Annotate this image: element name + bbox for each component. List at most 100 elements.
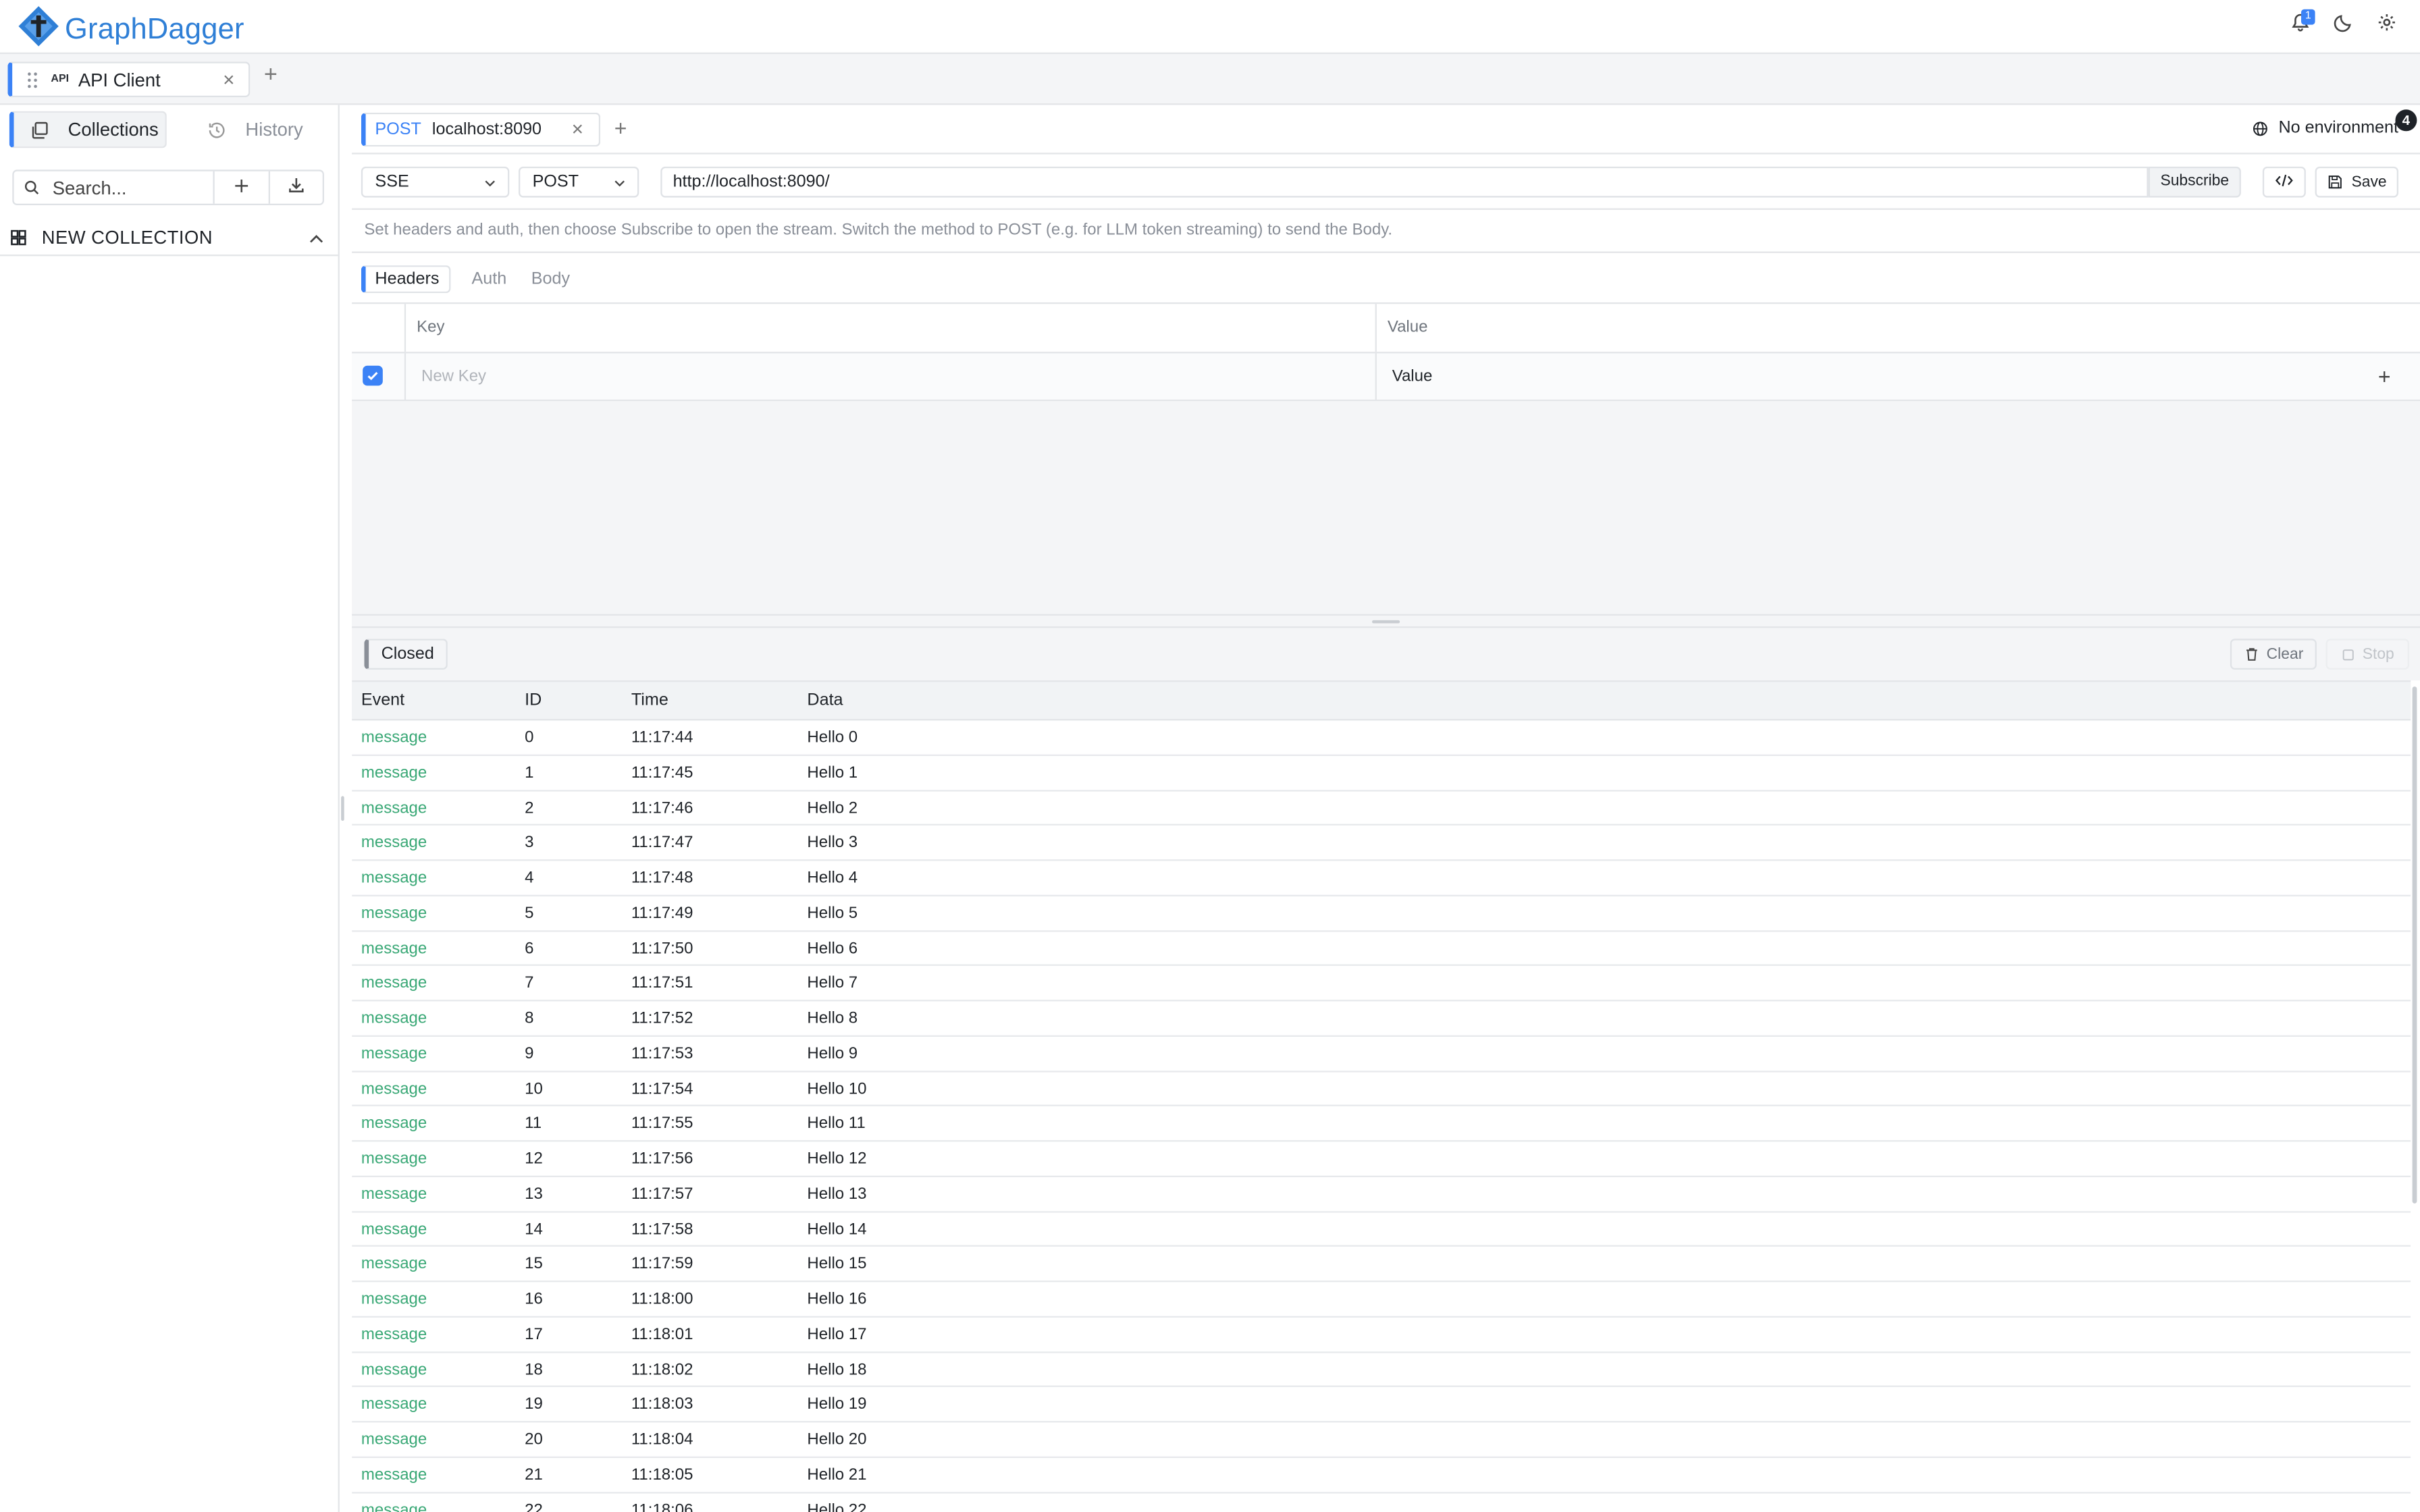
value-column-header: Value — [1387, 317, 1428, 337]
header-value-input[interactable]: Value — [1377, 353, 2420, 400]
search-box — [14, 171, 215, 204]
time-cell: 11:18:00 — [631, 1289, 693, 1309]
table-row[interactable]: message 3 11:17:47 Hello 3 — [352, 826, 2411, 861]
id-cell: 2 — [525, 798, 534, 817]
sidebar-resize-handle[interactable] — [341, 796, 344, 821]
globe-icon — [2253, 119, 2269, 136]
data-cell: Hello 11 — [807, 1114, 866, 1133]
table-row[interactable]: message 20 11:18:04 Hello 20 — [352, 1422, 2411, 1458]
add-request-tab-button[interactable]: + — [614, 115, 627, 140]
chevron-up-icon[interactable] — [307, 228, 325, 256]
table-row[interactable]: message 10 11:17:54 Hello 10 — [352, 1071, 2411, 1107]
add-app-tab-button[interactable]: + — [264, 61, 278, 88]
close-icon[interactable]: × — [223, 68, 234, 91]
id-cell: 5 — [525, 903, 534, 923]
table-row[interactable]: message 18 11:18:02 Hello 18 — [352, 1352, 2411, 1388]
id-cell: 1 — [525, 763, 534, 782]
data-cell: Hello 6 — [807, 938, 858, 958]
app-tab-api-client[interactable]: API API Client × — [7, 61, 251, 97]
table-row[interactable]: message 5 11:17:49 Hello 5 — [352, 896, 2411, 932]
table-row[interactable]: message 15 11:17:59 Hello 15 — [352, 1247, 2411, 1282]
id-cell: 15 — [525, 1254, 543, 1274]
header-enabled-cell — [352, 353, 406, 400]
theme-toggle-button[interactable] — [2330, 14, 2355, 39]
request-subtabs: Headers Auth Body — [361, 264, 595, 295]
history-icon — [207, 119, 227, 140]
time-cell: 11:17:56 — [631, 1149, 693, 1168]
splitter-grip-icon[interactable] — [1372, 620, 1400, 624]
request-tab-method: POST — [375, 120, 421, 139]
table-row[interactable]: message 0 11:17:44 Hello 0 — [352, 720, 2411, 756]
time-cell: 11:17:49 — [631, 903, 693, 923]
tab-collections[interactable]: Collections — [9, 111, 167, 148]
save-icon — [2327, 174, 2342, 190]
stop-button[interactable]: Stop — [2325, 639, 2410, 670]
table-row[interactable]: message 1 11:17:45 Hello 1 — [352, 755, 2411, 791]
data-cell: Hello 19 — [807, 1395, 867, 1414]
search-input[interactable] — [52, 176, 201, 198]
table-row[interactable]: message 17 11:18:01 Hello 17 — [352, 1317, 2411, 1353]
data-cell: Hello 16 — [807, 1289, 867, 1309]
generate-code-button[interactable] — [2262, 166, 2306, 198]
settings-button[interactable] — [2373, 14, 2398, 39]
table-row[interactable]: message 11 11:17:55 Hello 11 — [352, 1106, 2411, 1142]
header-key-input[interactable] — [421, 367, 885, 386]
event-cell: message — [361, 728, 427, 747]
events-scrollbar[interactable] — [2411, 680, 2420, 1512]
close-icon[interactable]: × — [572, 117, 583, 140]
tab-headers[interactable]: Headers — [361, 265, 450, 294]
tab-history[interactable]: History — [201, 111, 303, 148]
header-key-cell — [406, 353, 1377, 400]
headers-check-header — [352, 304, 406, 352]
table-row[interactable]: message 22 11:18:06 Hello 22 — [352, 1492, 2411, 1512]
method-select[interactable]: POST — [519, 166, 639, 198]
table-row[interactable]: message 14 11:17:58 Hello 14 — [352, 1212, 2411, 1247]
table-row[interactable]: message 19 11:18:03 Hello 19 — [352, 1387, 2411, 1423]
save-button[interactable]: Save — [2315, 166, 2399, 198]
table-row[interactable]: message 21 11:18:05 Hello 21 — [352, 1457, 2411, 1493]
header-enabled-checkbox[interactable] — [363, 365, 383, 386]
clear-label: Clear — [2266, 645, 2304, 663]
table-row[interactable]: message 16 11:18:00 Hello 16 — [352, 1282, 2411, 1318]
add-collection-button[interactable] — [215, 171, 269, 204]
tab-auth[interactable]: Auth — [471, 270, 506, 288]
scrollbar-thumb[interactable] — [2412, 686, 2417, 1204]
collection-item[interactable]: NEW COLLECTION — [0, 221, 338, 256]
data-cell: Hello 12 — [807, 1149, 867, 1168]
data-cell: Hello 7 — [807, 973, 858, 993]
event-cell: message — [361, 833, 427, 853]
protocol-select[interactable]: SSE — [361, 166, 510, 198]
clear-button[interactable]: Clear — [2230, 639, 2317, 670]
subscribe-button[interactable]: Subscribe — [2148, 166, 2241, 198]
data-cell: Hello 3 — [807, 833, 858, 853]
logo[interactable]: GraphDagger — [17, 5, 244, 55]
notifications-button[interactable]: 1 — [2287, 9, 2315, 39]
url-input[interactable]: http://localhost:8090/ — [660, 166, 2149, 198]
environment-count-badge: 4 — [2395, 109, 2417, 132]
table-row[interactable]: message 2 11:17:46 Hello 2 — [352, 790, 2411, 826]
environment-selector[interactable]: No environment — [2253, 119, 2398, 137]
chevron-down-icon — [483, 176, 497, 194]
add-header-button[interactable]: + — [2378, 364, 2391, 389]
event-cell: message — [361, 1008, 427, 1028]
panel-splitter[interactable] — [352, 614, 2420, 628]
request-tab[interactable]: POST localhost:8090 × — [361, 112, 601, 147]
data-cell: Hello 1 — [807, 763, 858, 782]
table-row[interactable]: message 4 11:17:48 Hello 4 — [352, 861, 2411, 896]
search-icon — [23, 179, 40, 196]
drag-handle-icon[interactable] — [28, 72, 37, 88]
code-icon — [2275, 168, 2293, 196]
protocol-value: SSE — [375, 173, 409, 192]
event-cell: message — [361, 868, 427, 888]
table-row[interactable]: message 8 11:17:52 Hello 8 — [352, 1001, 2411, 1037]
import-collection-button[interactable] — [269, 171, 323, 204]
table-row[interactable]: message 12 11:17:56 Hello 12 — [352, 1141, 2411, 1177]
table-row[interactable]: message 13 11:17:57 Hello 13 — [352, 1177, 2411, 1212]
table-row[interactable]: message 7 11:17:51 Hello 7 — [352, 966, 2411, 1002]
tab-body[interactable]: Body — [531, 270, 570, 288]
tab-history-label: History — [245, 119, 303, 141]
table-row[interactable]: message 6 11:17:50 Hello 6 — [352, 931, 2411, 967]
table-row[interactable]: message 9 11:17:53 Hello 9 — [352, 1036, 2411, 1072]
events-table-header: Event ID Time Data — [352, 680, 2411, 721]
data-cell: Hello 4 — [807, 868, 858, 888]
